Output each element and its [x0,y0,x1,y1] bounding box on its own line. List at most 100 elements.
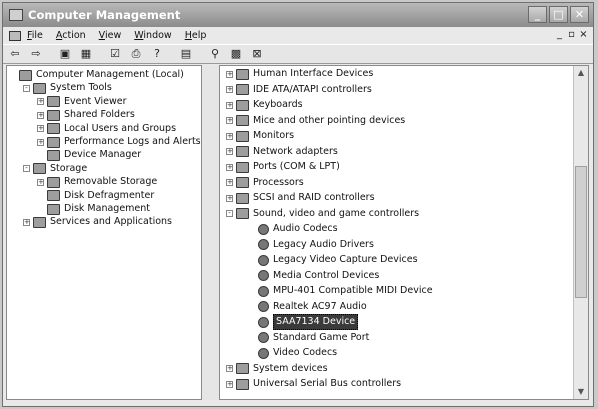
tree-item-label: Shared Folders [64,109,135,121]
properties-icon[interactable]: ☑ [107,47,123,61]
device-tree-item[interactable]: Legacy Video Capture Devices [248,253,418,267]
print-icon[interactable]: ⎙ [128,47,144,61]
device-tree-item[interactable]: + IDE ATA/ATAPI controllers [226,83,372,97]
expand-icon[interactable]: + [37,178,44,186]
scsi-icon [236,192,249,204]
console-tree-item[interactable]: Disk Defragmenter [37,189,154,203]
tree-item-label: Human Interface Devices [253,68,374,79]
expand-icon[interactable]: + [226,148,233,155]
mdi-minimize-icon[interactable]: _ [554,28,565,41]
scroll-down-icon[interactable]: ▼ [574,385,588,399]
minimize-button[interactable]: _ [528,6,547,23]
collapse-icon[interactable]: - [226,210,233,217]
computer-icon [19,69,32,81]
tree-item-label: System devices [253,362,328,374]
tree-item-label: MPU-401 Compatible MIDI Device [273,285,433,296]
console-tree-item[interactable]: + Event Viewer [37,95,127,109]
menu-help[interactable]: Help [185,30,207,41]
console-tree-item[interactable]: Device Manager [37,148,141,162]
tree-item-label: Processors [253,176,304,188]
device-tree-item[interactable]: + SCSI and RAID controllers [226,191,375,205]
computer-management-window: Computer Management _ □ ✕ File Action Vi… [2,2,594,407]
performance-icon [47,136,60,148]
help-icon[interactable]: ? [149,47,165,61]
back-arrow-icon[interactable]: ⇦ [7,47,23,61]
pane-splitter[interactable] [202,65,219,400]
device-tree-item[interactable]: + Universal Serial Bus controllers [226,377,401,391]
console-tree-item[interactable]: + Services and Applications [23,215,172,229]
vertical-scrollbar[interactable]: ▲ ▼ [573,66,588,399]
mdi-controls[interactable]: _ ▫ × [554,28,589,41]
expand-icon[interactable]: + [226,365,233,372]
scroll-up-icon[interactable]: ▲ [574,66,588,80]
show-hide-tree-icon[interactable]: ▦ [78,47,94,61]
menu-action[interactable]: Action [56,30,86,41]
console-tree-item[interactable]: Disk Management [37,202,150,216]
expand-icon[interactable]: + [226,70,233,78]
device-tree-item[interactable]: Legacy Audio Drivers [248,238,374,252]
console-tree-item[interactable]: + Shared Folders [37,108,135,122]
device-icon [258,239,269,250]
device-tree-item[interactable]: - Sound, video and game controllers [226,207,419,221]
expand-icon[interactable]: + [226,179,233,186]
expand-icon[interactable]: + [226,86,233,93]
console-tree-item[interactable]: + Removable Storage [37,175,157,189]
device-tree-item[interactable]: Realtek AC97 Audio [248,300,367,314]
system-icon [236,363,249,374]
scan-hardware-icon[interactable]: ⚲ [207,47,223,61]
tree-item-label: SCSI and RAID controllers [253,192,375,203]
expand-icon[interactable]: + [226,101,233,109]
device-tree-item[interactable]: + Network adapters [226,145,338,159]
device-tree-item[interactable]: SAA7134 Device [248,314,359,330]
console-tree-item[interactable]: - Storage [23,162,87,176]
menu-view[interactable]: View [99,30,122,41]
collapse-icon[interactable]: - [23,165,30,173]
device-tree-item[interactable]: + Human Interface Devices [226,67,373,81]
collapse-icon[interactable]: - [23,84,30,92]
mdi-close-icon[interactable]: × [578,28,589,41]
processor-icon [236,177,249,188]
scroll-thumb[interactable] [575,166,587,298]
defrag-icon [47,190,60,202]
title-bar[interactable]: Computer Management _ □ ✕ [3,3,593,27]
menu-file[interactable]: File [27,30,43,41]
device-tree-item[interactable]: + Keyboards [226,98,303,112]
device-tree-item[interactable]: Video Codecs [248,346,337,360]
console-menu-icon[interactable] [9,30,21,41]
device-tree-item[interactable]: + Monitors [226,129,294,143]
tree-item-label: Realtek AC97 Audio [273,300,367,312]
uninstall-device-icon[interactable]: ⊠ [249,47,265,61]
expand-icon[interactable]: + [226,380,233,388]
device-tree-item[interactable]: Standard Game Port [248,331,369,345]
mdi-restore-icon[interactable]: ▫ [566,28,577,41]
expand-icon[interactable]: + [226,194,233,202]
menu-window[interactable]: Window [134,30,171,41]
expand-icon[interactable]: + [37,98,44,106]
console-tree-item[interactable]: Computer Management (Local) [9,68,184,82]
device-tree-item[interactable]: + Ports (COM & LPT) [226,160,340,174]
device-tree-item[interactable]: Media Control Devices [248,269,379,283]
maximize-button[interactable]: □ [549,6,568,23]
disable-device-icon[interactable]: ▩ [228,47,244,61]
tree-item-label: Disk Management [64,203,151,214]
console-tree-item[interactable]: - System Tools [23,81,112,95]
console-tree-item[interactable]: + Performance Logs and Alerts [37,135,201,149]
console-tree-item[interactable]: + Local Users and Groups [37,122,176,136]
expand-icon[interactable]: + [226,117,233,124]
device-tree-item[interactable]: Audio Codecs [248,222,338,236]
up-folder-icon[interactable]: ▣ [57,47,73,61]
expand-icon[interactable]: + [37,111,44,119]
console-icon[interactable]: ▤ [178,47,194,61]
tree-item-label: IDE ATA/ATAPI controllers [253,83,372,95]
device-tree-item[interactable]: + Processors [226,176,304,190]
expand-icon[interactable]: + [226,163,233,171]
expand-icon[interactable]: + [226,132,233,140]
close-button[interactable]: ✕ [570,6,589,23]
expand-icon[interactable]: + [37,138,44,146]
device-tree-item[interactable]: + Mice and other pointing devices [226,114,405,128]
device-tree-item[interactable]: + System devices [226,362,328,376]
forward-arrow-icon[interactable]: ⇨ [28,47,44,61]
expand-icon[interactable]: + [37,125,44,133]
device-tree-item[interactable]: MPU-401 Compatible MIDI Device [248,284,433,298]
expand-icon[interactable]: + [23,218,30,226]
